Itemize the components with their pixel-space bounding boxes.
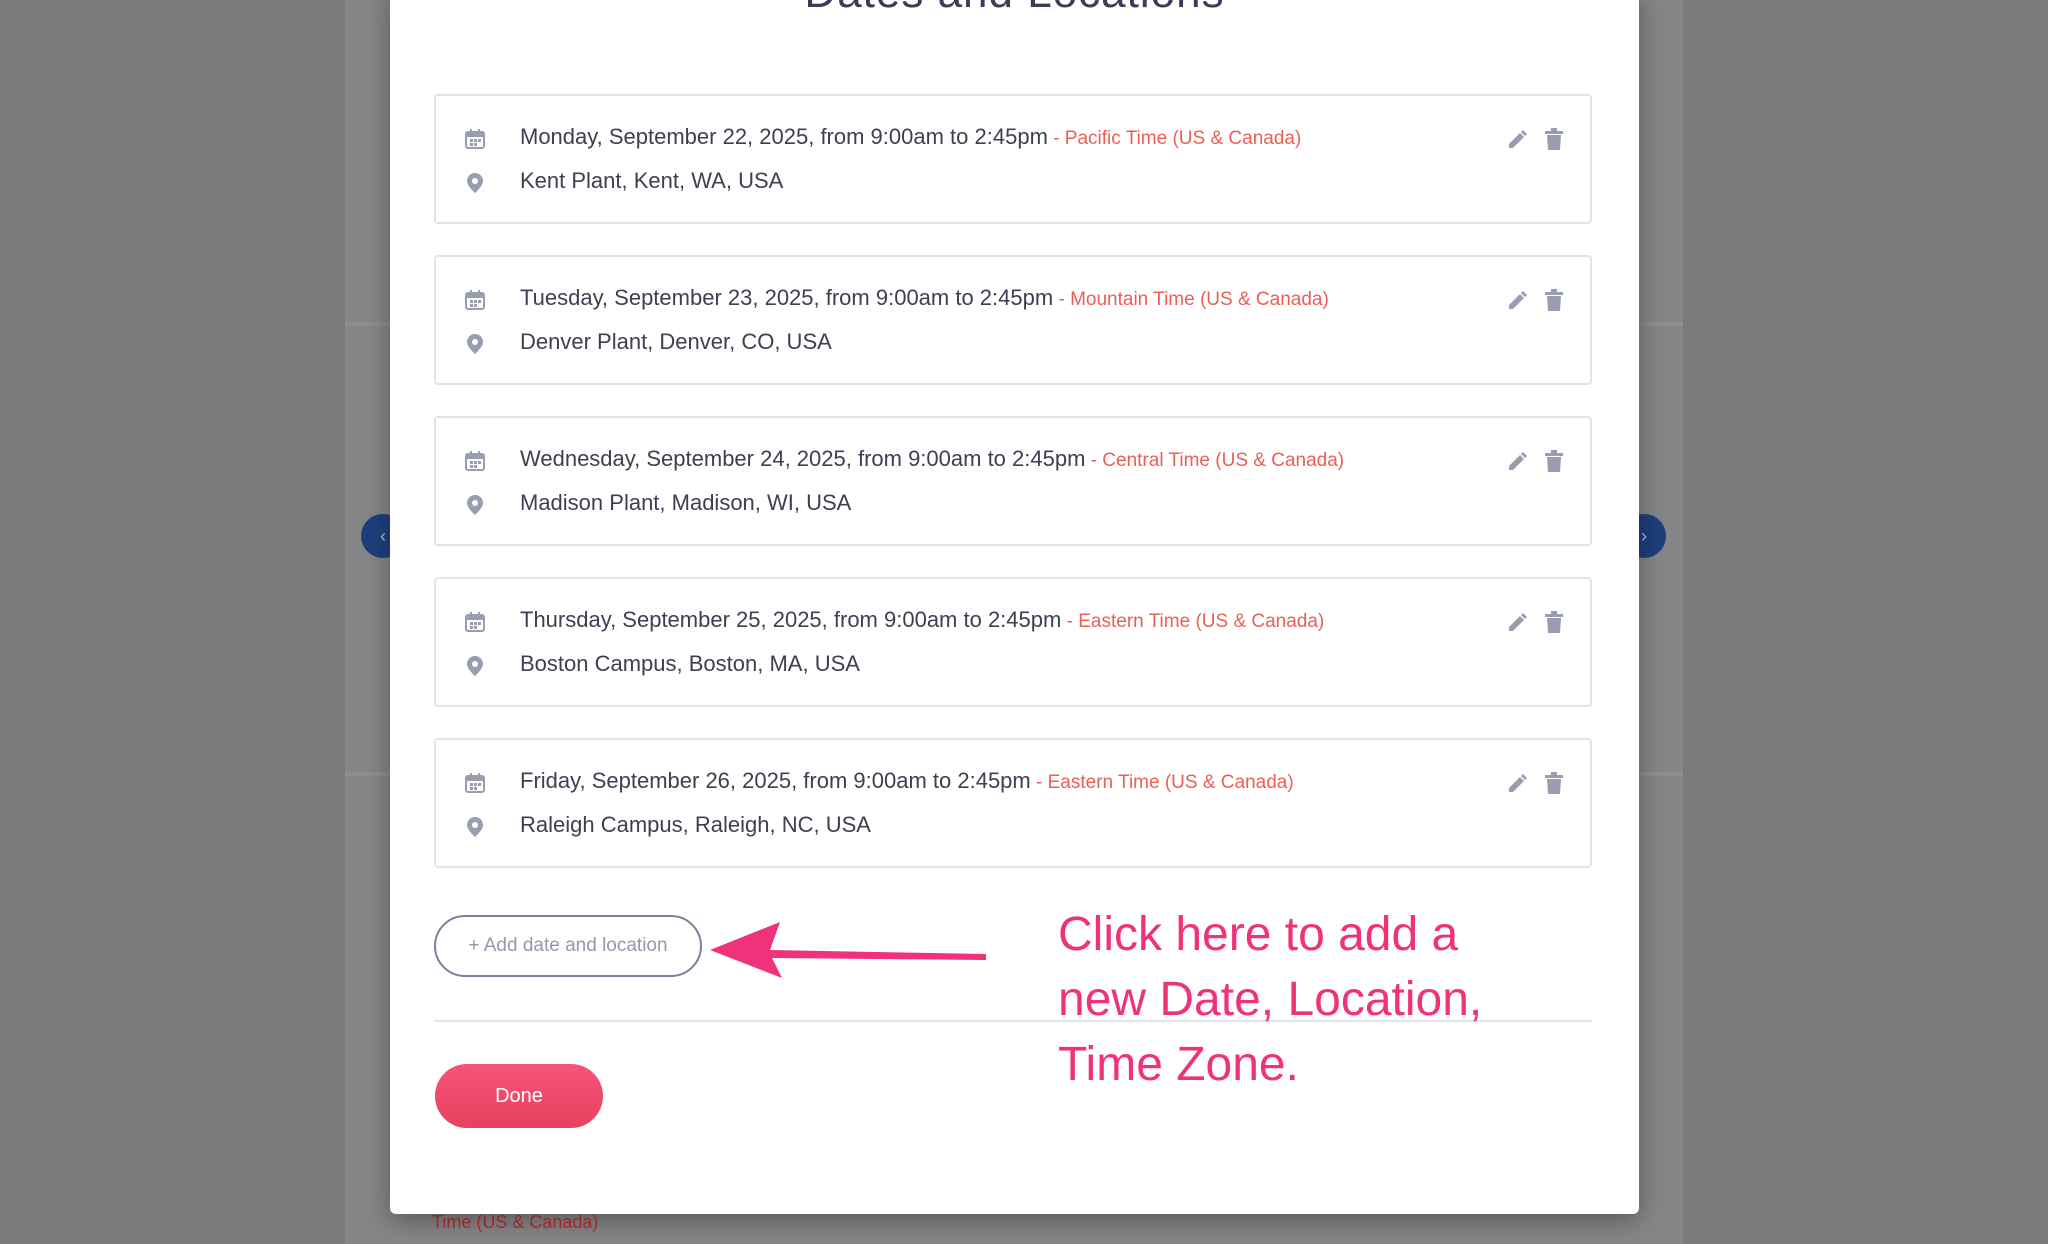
map-pin-icon	[464, 172, 486, 194]
entry-location: Boston Campus, Boston, MA, USA	[520, 651, 860, 676]
map-pin-icon	[464, 655, 486, 677]
calendar-icon	[464, 450, 486, 472]
entry-date-line: Thursday, September 25, 2025, from 9:00a…	[520, 607, 1324, 633]
annotation-line: Click here to add a	[1058, 908, 1459, 961]
modal-title: Dates and Locations	[390, 0, 1639, 18]
entry-date: Wednesday, September 24, 2025, from 9:00…	[520, 446, 1086, 471]
trash-icon[interactable]	[1544, 289, 1564, 311]
entry-timezone: - Eastern Time (US & Canada)	[1061, 611, 1325, 632]
pencil-icon[interactable]	[1506, 289, 1528, 311]
map-pin-icon	[464, 333, 486, 355]
entry-location: Madison Plant, Madison, WI, USA	[520, 490, 852, 515]
background-timezone-text: Time (US & Canada)	[432, 1212, 599, 1232]
annotation-arrow	[710, 922, 986, 978]
entry-timezone: - Central Time (US & Canada)	[1085, 450, 1345, 471]
pencil-icon[interactable]	[1506, 128, 1528, 150]
entry-timezone: - Pacific Time (US & Canada)	[1047, 128, 1302, 149]
entry-date-line: Friday, September 26, 2025, from 9:00am …	[520, 768, 1294, 794]
calendar-icon	[464, 611, 486, 633]
trash-icon[interactable]	[1544, 128, 1564, 150]
map-pin-icon	[464, 494, 486, 516]
pencil-icon[interactable]	[1506, 772, 1528, 794]
entry-date-line: Monday, September 22, 2025, from 9:00am …	[520, 124, 1301, 150]
pencil-icon[interactable]	[1506, 611, 1528, 633]
date-location-entry: Friday, September 26, 2025, from 9:00am …	[434, 738, 1592, 868]
entry-date-line: Tuesday, September 23, 2025, from 9:00am…	[520, 285, 1329, 311]
date-location-entry: Wednesday, September 24, 2025, from 9:00…	[434, 416, 1592, 546]
annotation-text: Click here to add a new Date, Location, …	[1058, 902, 1558, 1097]
entry-date-line: Wednesday, September 24, 2025, from 9:00…	[520, 446, 1344, 472]
entry-location: Kent Plant, Kent, WA, USA	[520, 168, 784, 193]
calendar-icon	[464, 128, 486, 150]
entry-date: Monday, September 22, 2025, from 9:00am …	[520, 124, 1048, 149]
entry-date: Friday, September 26, 2025, from 9:00am …	[520, 768, 1031, 793]
trash-icon[interactable]	[1544, 450, 1564, 472]
entry-date: Tuesday, September 23, 2025, from 9:00am…	[520, 285, 1054, 310]
date-location-entry: Tuesday, September 23, 2025, from 9:00am…	[434, 255, 1592, 385]
entry-location: Denver Plant, Denver, CO, USA	[520, 329, 832, 354]
date-location-entry: Thursday, September 25, 2025, from 9:00a…	[434, 577, 1592, 707]
entry-location: Raleigh Campus, Raleigh, NC, USA	[520, 812, 871, 837]
annotation-line: new Date, Location,	[1058, 973, 1483, 1026]
map-pin-icon	[464, 816, 486, 838]
trash-icon[interactable]	[1544, 772, 1564, 794]
date-location-entry: Monday, September 22, 2025, from 9:00am …	[434, 94, 1592, 224]
add-date-location-button[interactable]: + Add date and location	[434, 915, 702, 977]
annotation-line: Time Zone.	[1058, 1038, 1299, 1091]
entry-timezone: - Eastern Time (US & Canada)	[1030, 772, 1294, 793]
entry-timezone: - Mountain Time (US & Canada)	[1053, 289, 1329, 310]
pencil-icon[interactable]	[1506, 450, 1528, 472]
calendar-icon	[464, 772, 486, 794]
trash-icon[interactable]	[1544, 611, 1564, 633]
calendar-icon	[464, 289, 486, 311]
done-button[interactable]: Done	[435, 1064, 603, 1128]
entry-date: Thursday, September 25, 2025, from 9:00a…	[520, 607, 1062, 632]
